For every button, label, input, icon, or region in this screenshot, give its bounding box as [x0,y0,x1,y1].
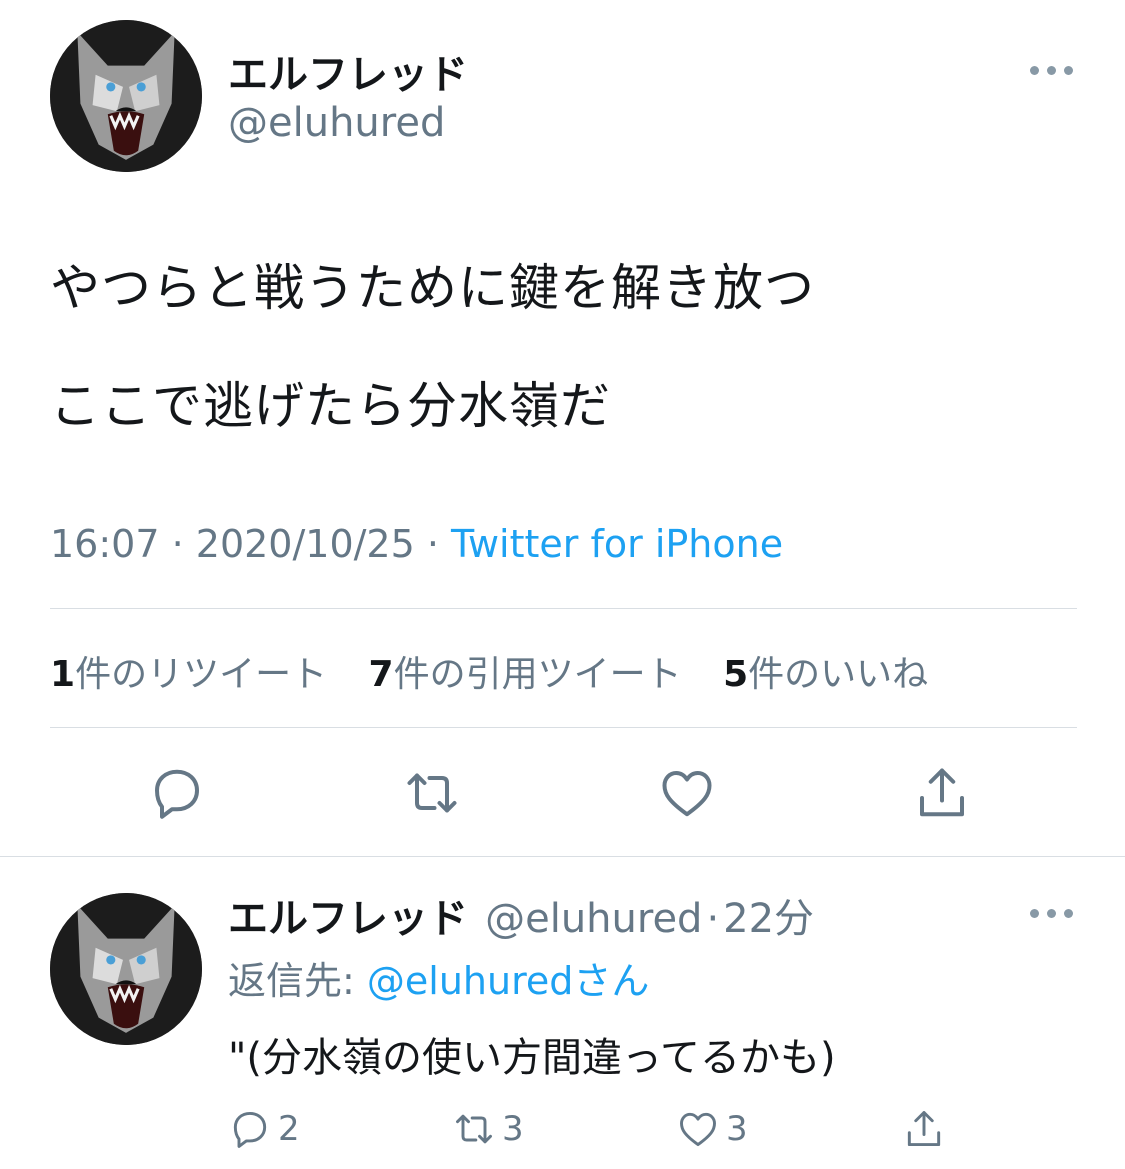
tweet-text-line-2: ここで逃げたら分水嶺だ [50,377,611,435]
reply-reply-count: 2 [278,1109,300,1149]
tweet-time: 16:07 [50,522,160,566]
retweet-count-stat[interactable]: 1件のリツイート [50,645,327,697]
like-label: 件のいいね [748,654,929,695]
author-avatar[interactable] [50,20,202,172]
divider [50,608,1077,609]
share-icon [907,1111,941,1147]
quote-count: 7 [368,654,394,695]
reply-separator: · [706,896,720,942]
reply-button[interactable] [147,763,207,823]
replying-to-label: 返信先: [228,959,367,1003]
like-icon [662,771,712,817]
reply-retweet-button[interactable]: 3 [452,1104,524,1154]
like-count-stat[interactable]: 5件のいいね [723,645,928,697]
tweet-stats: 1件のリツイート 7件の引用ツイート 5件のいいね [50,645,958,697]
divider [0,856,1125,857]
retweet-icon [456,1114,492,1144]
like-count: 5 [723,654,749,695]
retweet-icon [407,773,457,813]
reply-like-button[interactable]: 3 [676,1104,748,1154]
replying-to: 返信先: @eluhuredさん [228,950,649,1005]
quote-count-stat[interactable]: 7件の引用ツイート [369,645,682,697]
reply-share-button[interactable] [902,1104,946,1154]
tweet-meta: 16:07 · 2020/10/25 · Twitter for iPhone [50,522,783,566]
reply-icon [233,1111,267,1148]
wolf-avatar-image [50,893,202,1045]
reply-like-count: 3 [726,1109,748,1149]
tweet-text-line-1: やつらと戦うために鍵を解き放つ [50,259,815,317]
replying-to-mention[interactable]: @eluhuredさん [367,959,649,1003]
divider [50,727,1077,728]
reply-author-handle[interactable]: @eluhured [485,896,702,942]
reply-icon [155,769,199,819]
reply-age[interactable]: 22分 [723,896,814,942]
meta-separator: · [159,522,196,566]
reply-retweet-count: 3 [502,1109,524,1149]
tweet-date: 2020/10/25 [195,522,415,566]
reply-author-display-name[interactable]: エルフレッド [228,896,468,942]
meta-separator: · [414,522,452,566]
more-options-icon[interactable] [1030,62,1074,78]
reply-author-avatar[interactable] [50,893,202,1045]
retweet-count: 1 [50,654,76,695]
reply-reply-button[interactable]: 2 [228,1104,300,1154]
reply-header: エルフレッド @eluhured · 22分 [228,886,814,944]
author-display-name[interactable]: エルフレッド [228,42,468,100]
share-icon [920,768,964,817]
retweet-label: 件のリツイート [75,654,328,695]
reply-text: "(分水嶺の使い方間違ってるかも) [228,1035,836,1081]
retweet-button[interactable] [402,763,462,823]
wolf-avatar-image [50,20,202,172]
tweet-source-link[interactable]: Twitter for iPhone [451,522,783,566]
like-icon [680,1112,716,1147]
author-handle[interactable]: @eluhured [228,100,445,146]
share-button[interactable] [912,763,972,823]
reply-more-options-icon[interactable] [1030,905,1074,921]
quote-label: 件の引用ツイート [393,654,682,695]
like-button[interactable] [657,763,717,823]
